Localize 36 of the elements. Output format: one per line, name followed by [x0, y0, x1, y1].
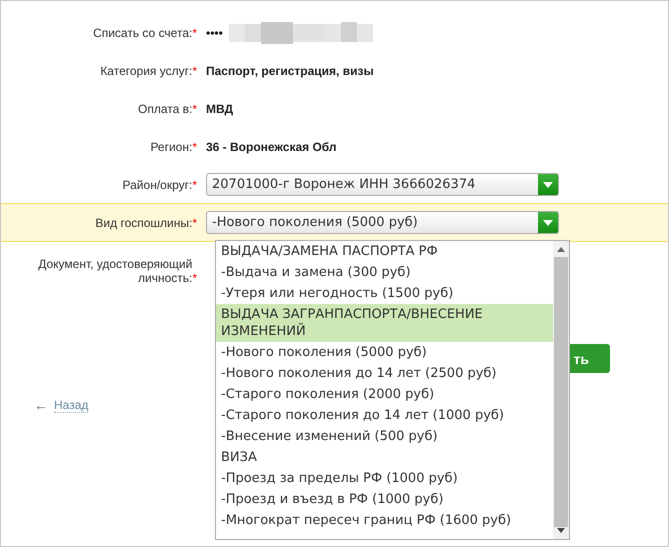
dropdown-option[interactable]: -Проезд за пределы РФ (1000 руб): [216, 468, 553, 489]
required-mark: *: [192, 178, 197, 192]
account-value: ••••: [206, 26, 223, 40]
required-mark: *: [192, 271, 197, 285]
dropdown-option[interactable]: ВИЗА: [216, 447, 553, 468]
field-label: Списать со счета:: [93, 26, 192, 40]
field-value: МВД: [206, 102, 234, 116]
required-mark: *: [192, 140, 197, 154]
field-label: Регион:: [150, 140, 192, 154]
select-field[interactable]: -Нового поколения (5000 руб): [206, 211, 559, 234]
field-label: Район/округ:: [122, 178, 192, 192]
scroll-up-arrow-icon[interactable]: [557, 247, 565, 252]
scroll-down-arrow-icon[interactable]: [557, 528, 565, 533]
required-mark: *: [192, 64, 197, 78]
required-mark: *: [192, 26, 197, 40]
field-value: Паспорт, регистрация, визы: [206, 64, 374, 78]
dropdown-option[interactable]: -Старого поколения до 14 лет (1000 руб): [216, 405, 553, 426]
required-mark: *: [192, 216, 197, 230]
scrollbar[interactable]: [553, 241, 569, 539]
back-link[interactable]: Назад: [54, 398, 88, 413]
field-label: Вид госпошлины:: [95, 216, 192, 230]
dropdown-option[interactable]: ВЫДАЧА/ЗАМЕНА ПАСПОРТА РФ: [216, 241, 553, 262]
dropdown-option[interactable]: -Внесение изменений (500 руб): [216, 426, 553, 447]
dropdown-option[interactable]: ВЫДАЧА ЗАГРАНПАСПОРТА/ВНЕСЕНИЕ ИЗМЕНЕНИЙ: [216, 304, 553, 342]
dropdown-option[interactable]: -Утеря или негодность (1500 руб): [216, 283, 553, 304]
dropdown-option[interactable]: -Старого поколения (2000 руб): [216, 384, 553, 405]
back-arrow: ←: [34, 398, 48, 413]
select-field[interactable]: 20701000-г Воронеж ИНН 3666026374: [206, 173, 559, 196]
field-label: Документ, удостоверяющий личность:: [37, 257, 192, 285]
dropdown-option[interactable]: -Выдача и замена (300 руб): [216, 262, 553, 283]
field-label: Оплата в:: [138, 102, 192, 116]
dropdown-option[interactable]: -Проезд и въезд в РФ (1000 руб): [216, 489, 553, 510]
dropdown-option[interactable]: -Многократ пересеч границ РФ (1600 руб): [216, 510, 553, 531]
field-label: Категория услуг:: [100, 64, 192, 78]
required-mark: *: [192, 102, 197, 116]
field-value: 36 - Воронежская Обл: [206, 140, 337, 154]
